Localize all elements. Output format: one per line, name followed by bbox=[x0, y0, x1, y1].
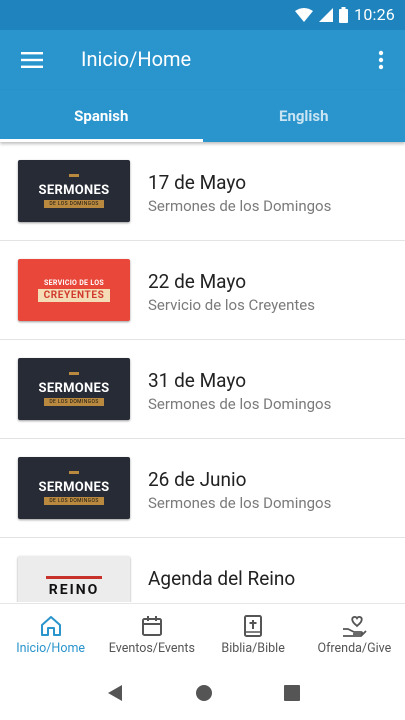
item-title: 31 de Mayo bbox=[148, 369, 247, 392]
give-heart-icon bbox=[343, 615, 368, 637]
status-bar: 10:26 bbox=[0, 0, 405, 30]
thumbnail-logo-mark bbox=[69, 372, 79, 375]
list-item[interactable]: SERMONES DE LOS DOMINGOS 26 de Junio Ser… bbox=[0, 439, 405, 538]
list-item[interactable]: SERMONES DE LOS DOMINGOS 31 de Mayo Serm… bbox=[0, 340, 405, 439]
signal-icon bbox=[319, 7, 334, 22]
thumbnail-red-bar bbox=[46, 576, 102, 579]
tab-english[interactable]: English bbox=[203, 90, 405, 142]
thumbnail-ribbon: CREYENTES bbox=[37, 288, 111, 302]
item-title: 26 de Junio bbox=[148, 468, 247, 491]
service-thumbnail: SERVICIO DE LOS CREYENTES bbox=[18, 259, 130, 321]
thumbnail-title: SERMONES bbox=[38, 183, 110, 198]
thumbnail-logo-mark bbox=[69, 471, 79, 474]
wifi-icon bbox=[295, 7, 314, 22]
nav-home-label: Inicio/Home bbox=[16, 641, 86, 656]
menu-button[interactable] bbox=[18, 46, 46, 74]
thumbnail-title: SERMONES bbox=[38, 480, 110, 495]
back-icon[interactable] bbox=[106, 684, 124, 702]
item-subtitle: Sermones de los Domingos bbox=[148, 395, 332, 413]
hamburger-icon bbox=[21, 52, 43, 68]
item-title: Agenda del Reino bbox=[148, 567, 296, 590]
app-bar: Inicio/Home bbox=[0, 30, 405, 90]
more-vert-icon bbox=[378, 50, 384, 70]
status-time: 10:26 bbox=[354, 5, 395, 24]
sermon-thumbnail: SERMONES DE LOS DOMINGOS bbox=[18, 457, 130, 519]
bible-icon bbox=[244, 615, 263, 637]
item-subtitle: Servicio de los Creyentes bbox=[148, 296, 315, 314]
sermon-list: SERMONES DE LOS DOMINGOS 17 de Mayo Serm… bbox=[0, 142, 405, 602]
nav-events[interactable]: Eventos/Events bbox=[101, 604, 202, 666]
sermon-thumbnail: SERMONES DE LOS DOMINGOS bbox=[18, 358, 130, 420]
item-title: 17 de Mayo bbox=[148, 171, 247, 194]
language-tabs: Spanish English bbox=[0, 90, 405, 142]
list-item[interactable]: SERMONES DE LOS DOMINGOS 17 de Mayo Serm… bbox=[0, 142, 405, 241]
nav-events-label: Eventos/Events bbox=[108, 641, 195, 656]
more-options-button[interactable] bbox=[369, 46, 393, 74]
item-subtitle: Sermones de los Domingos bbox=[148, 197, 332, 215]
nav-give[interactable]: Ofrenda/Give bbox=[304, 604, 405, 666]
battery-icon bbox=[339, 6, 349, 23]
nav-give-label: Ofrenda/Give bbox=[317, 641, 392, 656]
status-icons: 10:26 bbox=[295, 5, 395, 24]
reino-thumbnail: REINO bbox=[18, 556, 130, 602]
thumbnail-title: REINO bbox=[48, 582, 100, 598]
system-navigation-bar bbox=[0, 666, 405, 720]
home-circle-icon[interactable] bbox=[195, 684, 213, 702]
list-item[interactable]: REINO Agenda del Reino bbox=[0, 538, 405, 602]
item-title: 22 de Mayo bbox=[148, 270, 247, 293]
home-icon bbox=[40, 616, 61, 636]
thumbnail-title: SERVICIO DE LOS bbox=[44, 278, 104, 287]
nav-bible-label: Biblia/Bible bbox=[221, 641, 285, 656]
thumbnail-ribbon: DE LOS DOMINGOS bbox=[44, 398, 104, 406]
item-subtitle: Sermones de los Domingos bbox=[148, 494, 332, 512]
tab-spanish[interactable]: Spanish bbox=[0, 90, 203, 142]
page-title: Inicio/Home bbox=[81, 47, 192, 71]
thumbnail-ribbon: DE LOS DOMINGOS bbox=[44, 497, 104, 505]
list-item[interactable]: SERVICIO DE LOS CREYENTES 22 de Mayo Ser… bbox=[0, 241, 405, 340]
nav-home[interactable]: Inicio/Home bbox=[0, 604, 101, 666]
bottom-navigation: Inicio/Home Eventos/Events Biblia/Bible … bbox=[0, 603, 405, 666]
sermon-thumbnail: SERMONES DE LOS DOMINGOS bbox=[18, 160, 130, 222]
thumbnail-logo-mark bbox=[69, 174, 79, 177]
nav-bible[interactable]: Biblia/Bible bbox=[203, 604, 304, 666]
calendar-icon bbox=[141, 616, 162, 636]
recents-icon[interactable] bbox=[283, 685, 300, 701]
thumbnail-ribbon: DE LOS DOMINGOS bbox=[44, 200, 104, 208]
thumbnail-title: SERMONES bbox=[38, 381, 110, 396]
